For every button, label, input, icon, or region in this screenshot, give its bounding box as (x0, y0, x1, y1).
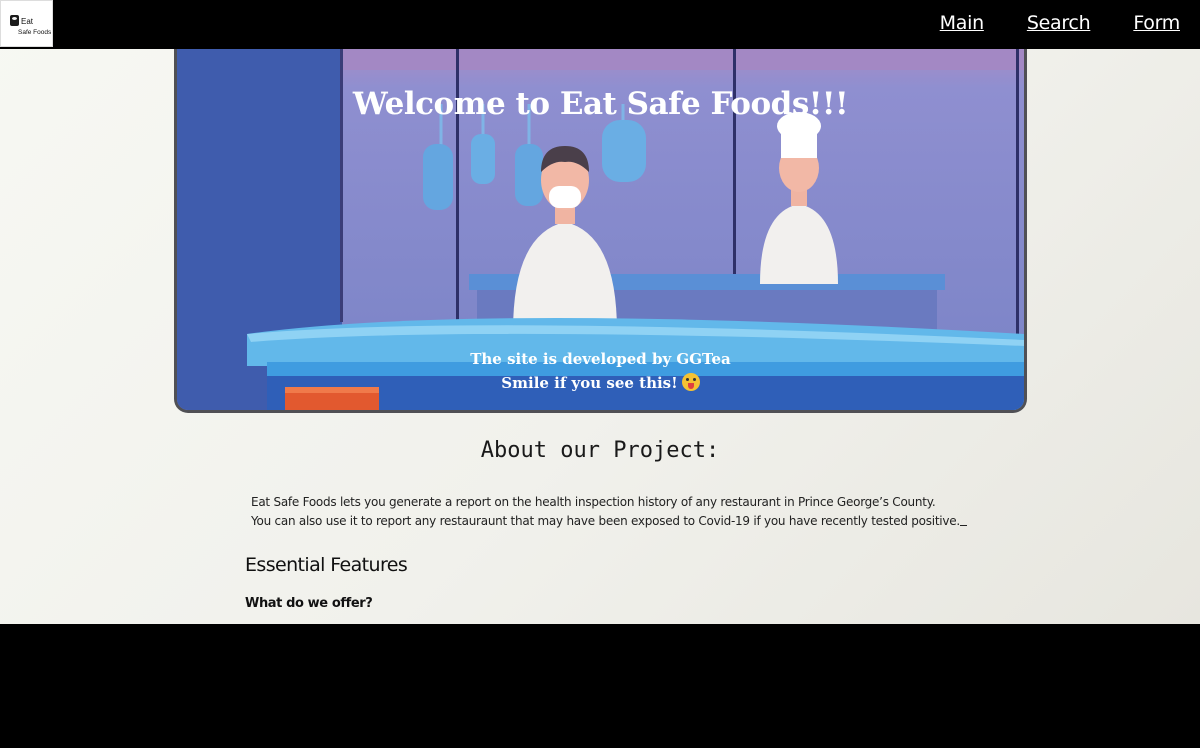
site-logo[interactable]: Eat Safe Foods (0, 0, 53, 47)
smile-text: Smile if you see this! (501, 374, 678, 392)
logo-text-line1: Eat (21, 17, 34, 26)
tongue-out-emoji-icon (681, 373, 700, 391)
nav-link-form[interactable]: Form (1133, 12, 1180, 34)
text-cursor (959, 513, 967, 526)
nav-links: Main Search Form (940, 12, 1181, 34)
nav-link-search[interactable]: Search (1027, 12, 1091, 34)
navbar: Eat Safe Foods Main Search Form (0, 0, 1200, 49)
hero-banner: Welcome to Eat Safe Foods!!! The site is… (174, 44, 1027, 413)
offer-subtitle: What do we offer? (245, 596, 373, 611)
features-title: Essential Features (245, 554, 408, 576)
hero-credit: The site is developed by GGTea Smile if … (177, 347, 1024, 395)
about-description: Eat Safe Foods lets you generate a repor… (251, 493, 1011, 531)
hero-title: Welcome to Eat Safe Foods!!! (352, 86, 849, 122)
about-line-2: You can also use it to report any restau… (251, 512, 1011, 531)
sushi-icon (10, 15, 19, 26)
page: Eat Safe Foods Main Search Form Welcome … (0, 0, 1200, 624)
logo-text-line2: Safe Foods (18, 29, 52, 36)
about-line-2-text: You can also use it to report any restau… (251, 514, 960, 528)
about-line-1: Eat Safe Foods lets you generate a repor… (251, 495, 936, 509)
nav-link-main[interactable]: Main (940, 12, 984, 34)
smile-line: Smile if you see this! (177, 371, 1024, 395)
credit-text: The site is developed by GGTea (470, 350, 731, 368)
about-title: About our Project: (480, 438, 720, 463)
